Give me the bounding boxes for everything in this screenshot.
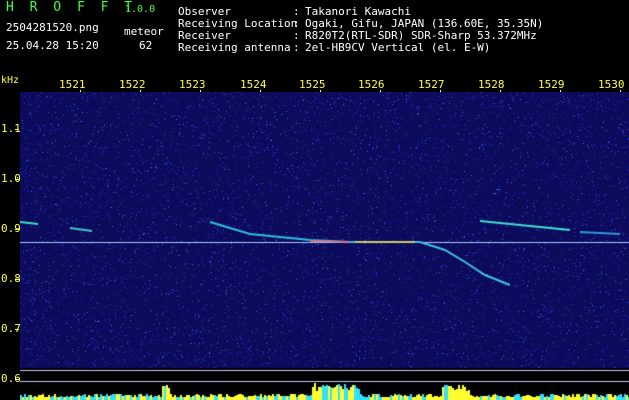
app-name: H R O F F T [6, 0, 137, 15]
info-header: H R O F F T 1.0.0 2504281520.png 25.04.2… [0, 0, 629, 74]
detection-count: 62 [139, 39, 153, 52]
info-key-antenna: Receiving antenna [178, 41, 291, 54]
y-tick [15, 179, 19, 180]
spectrogram-waterfall [20, 92, 629, 400]
time-label-1522: 1522 [119, 78, 146, 91]
y-tick [15, 279, 19, 280]
info-sep-antenna: : [293, 41, 300, 54]
y-tick [15, 229, 19, 230]
frequency-axis: 1.1 1.0 0.9 0.8 0.7 0.6 [0, 92, 21, 400]
file-name: 2504281520.png [6, 21, 99, 34]
info-value-antenna: 2el-HB9CV Vertical (el. E-W) [305, 41, 491, 54]
time-label-1523: 1523 [179, 78, 206, 91]
y-axis-unit: kHz [1, 75, 20, 86]
y-tick [15, 129, 19, 130]
y-tick [15, 379, 19, 380]
file-datetime: 25.04.28 15:20 [6, 39, 99, 52]
time-label-1524: 1524 [240, 78, 267, 91]
app-version: 1.0.0 [125, 4, 156, 15]
detection-label: meteor [124, 25, 164, 38]
y-tick [15, 329, 19, 330]
time-label-1521: 1521 [59, 78, 86, 91]
time-axis: 1521 1522 1523 1524 1525 1526 1527 1528 … [0, 74, 629, 93]
time-label-1525: 1525 [299, 78, 326, 91]
